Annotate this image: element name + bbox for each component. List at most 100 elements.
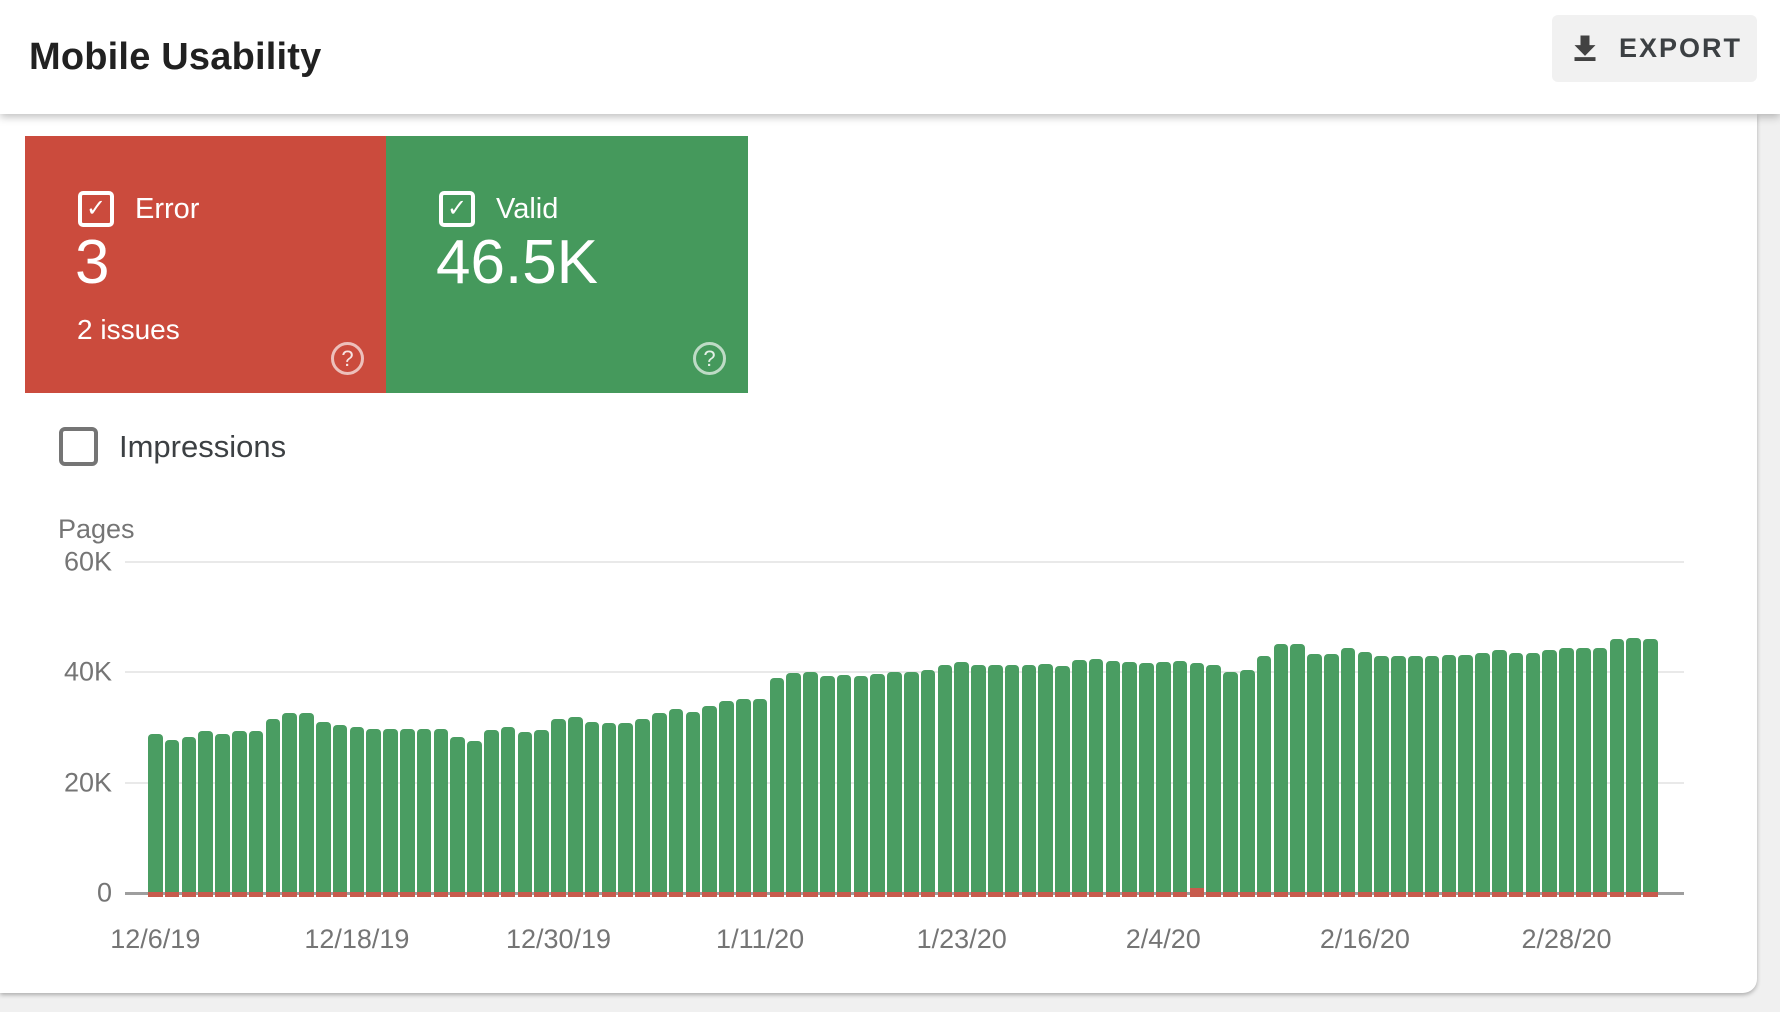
chart-bar[interactable] bbox=[266, 719, 281, 897]
chart-bar[interactable] bbox=[333, 725, 348, 897]
chart-bar[interactable] bbox=[602, 723, 617, 897]
chart-bar[interactable] bbox=[904, 672, 919, 897]
chart-bar[interactable] bbox=[702, 706, 717, 897]
mobile-usability-page: Mobile Usability EXPORT ✓ Error 3 2 issu… bbox=[0, 0, 1780, 1012]
chart-bar[interactable] bbox=[686, 712, 701, 897]
chart-bar[interactable] bbox=[1055, 666, 1070, 897]
chart-bar[interactable] bbox=[1643, 639, 1658, 897]
chart-bar[interactable] bbox=[854, 676, 869, 897]
chart-bar[interactable] bbox=[1610, 639, 1625, 897]
chart-bar[interactable] bbox=[417, 729, 432, 897]
chart-bar[interactable] bbox=[988, 665, 1003, 897]
chart-bar[interactable] bbox=[249, 731, 264, 897]
chart-bar[interactable] bbox=[971, 665, 986, 897]
chart-bar[interactable] bbox=[1408, 656, 1423, 897]
chart-bar[interactable] bbox=[921, 670, 936, 897]
chart-bar[interactable] bbox=[215, 734, 230, 897]
chart-bar[interactable] bbox=[1038, 664, 1053, 897]
chart-bar[interactable] bbox=[837, 675, 852, 897]
chart-bar[interactable] bbox=[383, 729, 398, 897]
chart-bar[interactable] bbox=[1156, 662, 1171, 897]
chart-bar[interactable] bbox=[1106, 661, 1121, 897]
chart-bar[interactable] bbox=[198, 731, 213, 897]
chart-bar[interactable] bbox=[1358, 652, 1373, 897]
chart-bar[interactable] bbox=[148, 734, 163, 897]
chart-bar[interactable] bbox=[887, 672, 902, 897]
chart-bar[interactable] bbox=[1374, 656, 1389, 897]
chart-bar[interactable] bbox=[652, 713, 667, 897]
chart-bar[interactable] bbox=[366, 729, 381, 897]
chart-bar[interactable] bbox=[501, 727, 516, 897]
chart-bar[interactable] bbox=[1593, 648, 1608, 897]
chart-bar[interactable] bbox=[1257, 656, 1272, 897]
chart-bar[interactable] bbox=[518, 732, 533, 897]
chart-bar[interactable] bbox=[938, 665, 953, 897]
chart-bar[interactable] bbox=[568, 717, 583, 897]
chart-bar[interactable] bbox=[400, 729, 415, 897]
chart-bar[interactable] bbox=[1072, 660, 1087, 897]
chart-bar[interactable] bbox=[316, 722, 331, 897]
chart-bar[interactable] bbox=[434, 729, 449, 897]
chart-bar[interactable] bbox=[484, 730, 499, 897]
chart-bar[interactable] bbox=[534, 730, 549, 897]
chart-bar[interactable] bbox=[1190, 663, 1205, 897]
chart-bar[interactable] bbox=[1475, 653, 1490, 897]
chart-bar[interactable] bbox=[1458, 655, 1473, 897]
chart-bar[interactable] bbox=[1307, 654, 1322, 897]
y-tick-label: 60K bbox=[32, 546, 112, 577]
chart-bar[interactable] bbox=[1173, 661, 1188, 897]
chart-bar[interactable] bbox=[299, 713, 314, 897]
chart-bar[interactable] bbox=[1542, 650, 1557, 897]
chart-bar[interactable] bbox=[669, 709, 684, 897]
chart-bar[interactable] bbox=[350, 727, 365, 897]
chart-bar[interactable] bbox=[635, 719, 650, 897]
chart-bar[interactable] bbox=[870, 674, 885, 897]
chart-bar[interactable] bbox=[770, 678, 785, 897]
chart-bar[interactable] bbox=[1324, 654, 1339, 897]
x-tick-label: 2/16/20 bbox=[1320, 924, 1410, 955]
chart-bar[interactable] bbox=[736, 699, 751, 897]
chart-bar[interactable] bbox=[1240, 670, 1255, 897]
chart-bar[interactable] bbox=[1341, 648, 1356, 897]
chart-bar[interactable] bbox=[1526, 653, 1541, 897]
x-tick-label: 2/28/20 bbox=[1521, 924, 1611, 955]
chart-bar[interactable] bbox=[719, 701, 734, 897]
chart-bar[interactable] bbox=[182, 737, 197, 897]
chart-bar[interactable] bbox=[1576, 648, 1591, 897]
pages-bar-chart: 020K40K60K12/6/1912/18/1912/30/191/11/20… bbox=[0, 0, 1780, 1012]
chart-bar[interactable] bbox=[820, 676, 835, 897]
chart-bar[interactable] bbox=[232, 731, 247, 897]
chart-bar[interactable] bbox=[1290, 644, 1305, 897]
export-button[interactable]: EXPORT bbox=[1552, 15, 1757, 82]
chart-bar[interactable] bbox=[803, 672, 818, 897]
chart-bar[interactable] bbox=[1626, 638, 1641, 897]
chart-bar[interactable] bbox=[786, 673, 801, 897]
chart-bar[interactable] bbox=[1391, 656, 1406, 897]
y-tick-label: 20K bbox=[32, 767, 112, 798]
chart-bar[interactable] bbox=[1089, 659, 1104, 897]
chart-bar[interactable] bbox=[1206, 665, 1221, 897]
chart-bar[interactable] bbox=[1223, 672, 1238, 897]
chart-bar[interactable] bbox=[1442, 655, 1457, 897]
chart-bar[interactable] bbox=[1559, 648, 1574, 897]
chart-bar[interactable] bbox=[1139, 663, 1154, 897]
chart-bar[interactable] bbox=[954, 662, 969, 897]
chart-bar[interactable] bbox=[282, 713, 297, 897]
chart-bar[interactable] bbox=[618, 723, 633, 897]
chart-bar[interactable] bbox=[1274, 644, 1289, 897]
chart-bar[interactable] bbox=[1509, 653, 1524, 897]
chart-bar[interactable] bbox=[1122, 662, 1137, 897]
chart-bar[interactable] bbox=[450, 737, 465, 897]
chart-bar[interactable] bbox=[1005, 665, 1020, 897]
chart-bar[interactable] bbox=[1492, 650, 1507, 897]
chart-bar[interactable] bbox=[585, 722, 600, 897]
chart-bar[interactable] bbox=[165, 740, 180, 897]
chart-bar[interactable] bbox=[467, 741, 482, 897]
chart-bar[interactable] bbox=[551, 719, 566, 897]
chart-bar[interactable] bbox=[1425, 656, 1440, 897]
chart-bar[interactable] bbox=[1022, 665, 1037, 897]
export-button-label: EXPORT bbox=[1619, 33, 1742, 64]
chart-bar[interactable] bbox=[753, 699, 768, 897]
x-tick-label: 12/30/19 bbox=[506, 924, 611, 955]
x-tick-label: 1/11/20 bbox=[716, 924, 804, 955]
